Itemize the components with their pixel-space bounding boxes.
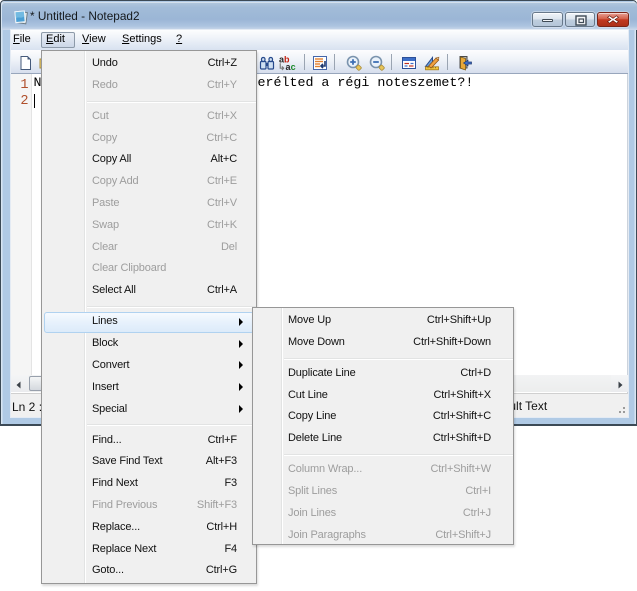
svg-text:↳ac: ↳ac <box>278 62 296 71</box>
